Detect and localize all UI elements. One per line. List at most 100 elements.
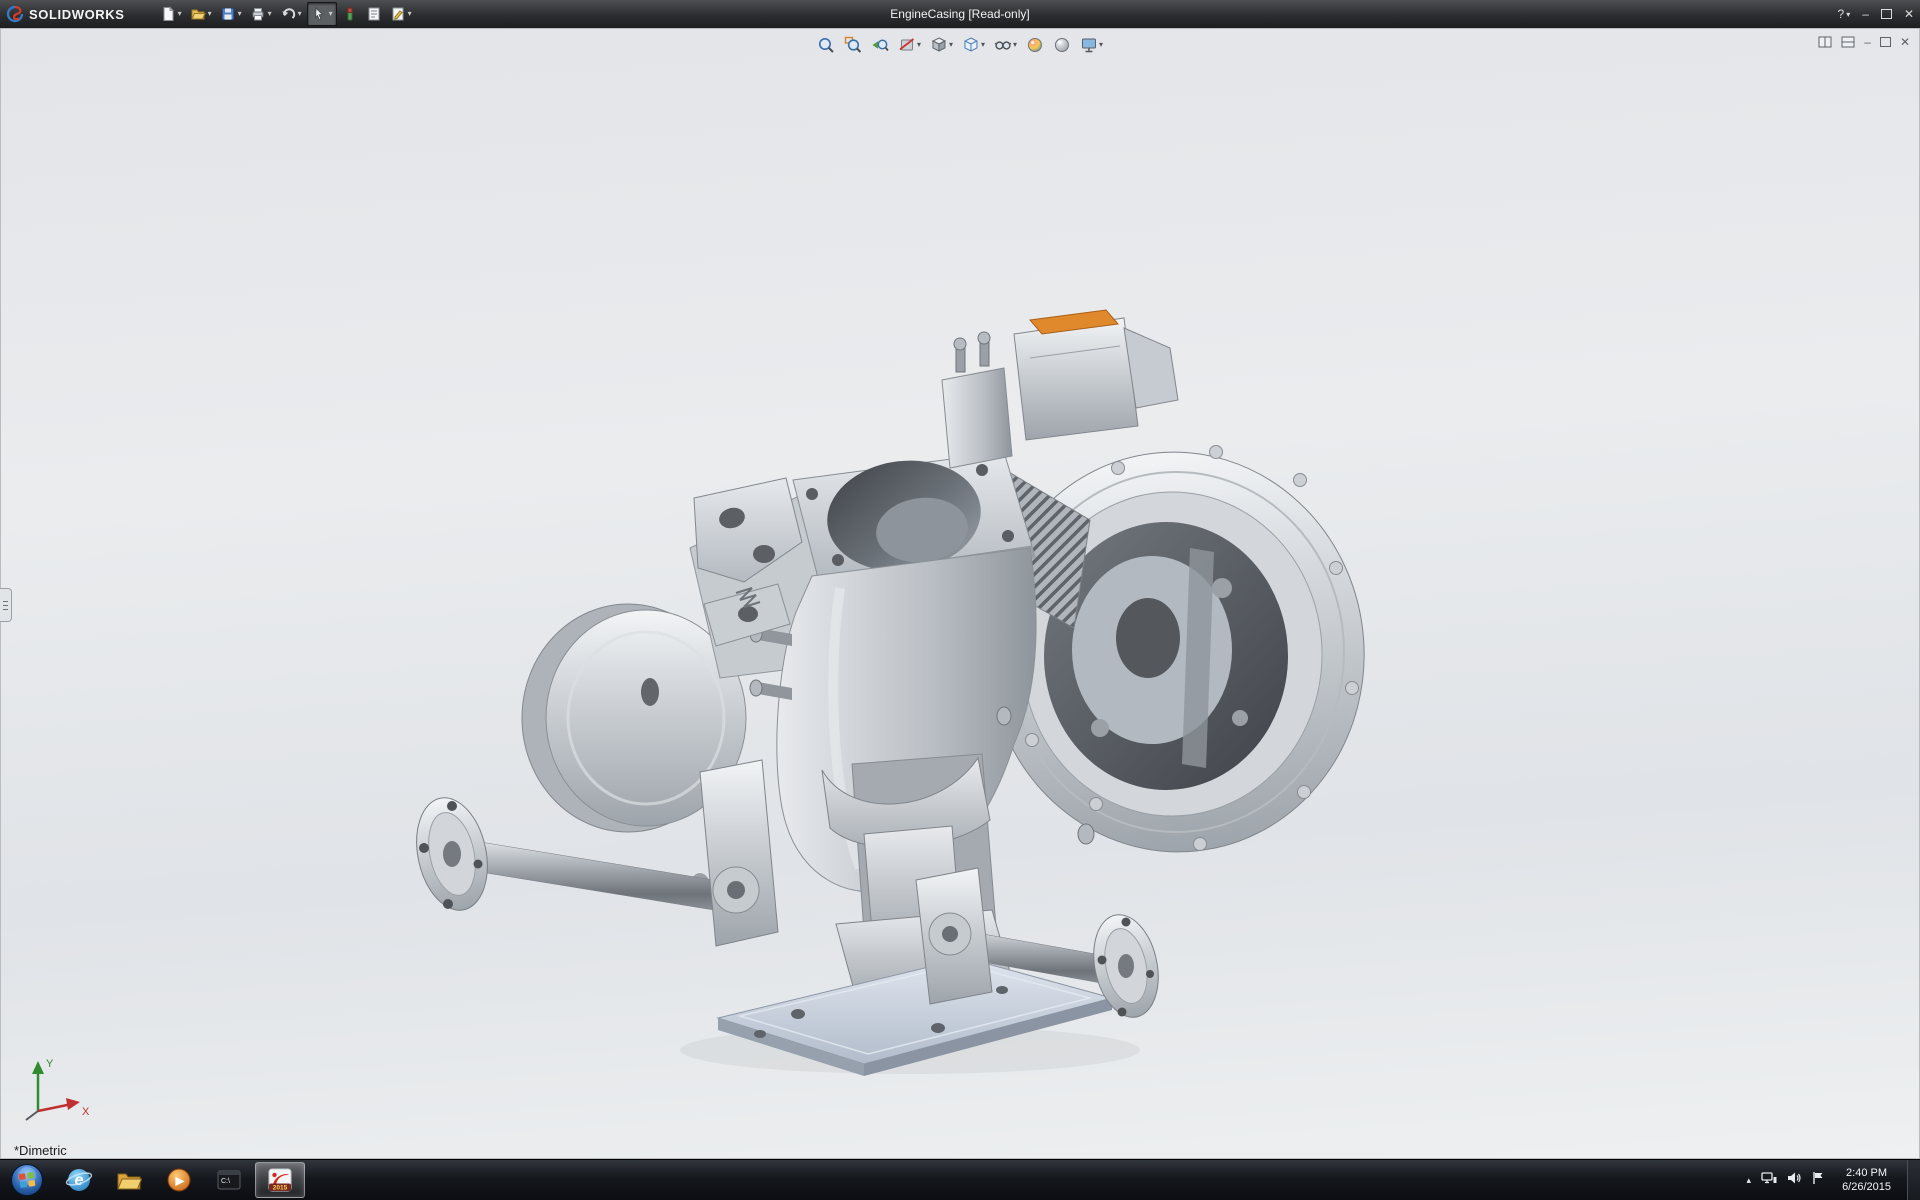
part-intake-manifold[interactable]	[942, 332, 1012, 468]
zoom-to-fit-icon	[817, 36, 835, 54]
restore-icon	[1880, 37, 1891, 47]
system-tray: ▴	[1739, 1160, 1907, 1200]
taskbar-solidworks[interactable]: 2015	[255, 1162, 305, 1198]
chevron-down-icon[interactable]: ▾	[981, 41, 985, 49]
taskbar-command-prompt[interactable]: C:\	[205, 1162, 253, 1198]
svg-text:C:\: C:\	[221, 1178, 230, 1185]
options-button[interactable]: ▾	[387, 3, 415, 25]
chevron-down-icon[interactable]: ▾	[408, 10, 412, 18]
pane-view-button[interactable]	[1841, 36, 1855, 48]
section-view-icon	[898, 36, 916, 54]
minimize-button[interactable]: –	[1862, 7, 1869, 21]
headsup-view-toolbar: ▾ ▾ ▾	[810, 33, 1110, 57]
edit-appearance-button[interactable]	[1025, 35, 1045, 55]
section-view-button[interactable]: ▾	[897, 35, 922, 55]
action-center-flag-icon[interactable]	[1812, 1171, 1824, 1190]
show-desktop-button[interactable]	[1907, 1160, 1920, 1200]
xpert-tools-button[interactable]	[339, 3, 361, 25]
zoom-to-area-button[interactable]	[843, 35, 863, 55]
part-right-mount-lug[interactable]	[916, 868, 992, 1004]
view-settings-button[interactable]: ▾	[1079, 35, 1104, 55]
windows-taskbar: e ▶ C:\	[0, 1159, 1920, 1200]
clock-time: 2:40 PM	[1842, 1166, 1891, 1180]
app-titlebar: SOLIDWORKS ▾ ▾ ▾	[0, 0, 1920, 28]
print-icon	[250, 6, 266, 22]
media-player-icon: ▶	[165, 1166, 193, 1194]
command-prompt-icon: C:\	[215, 1166, 243, 1194]
undo-button[interactable]: ▾	[277, 3, 305, 25]
orientation-label: *Dimetric	[14, 1143, 67, 1158]
engine-casing-model[interactable]	[0, 28, 1920, 1159]
document-window-controls: – ✕	[1818, 35, 1910, 49]
chevron-down-icon[interactable]: ▾	[298, 10, 302, 18]
panel-expand-tab[interactable]	[0, 588, 12, 622]
xpert-tools-icon	[342, 6, 358, 22]
start-button[interactable]	[0, 1160, 54, 1200]
chevron-down-icon: ▾	[1846, 10, 1850, 19]
chevron-down-icon[interactable]: ▾	[1099, 41, 1103, 49]
apply-scene-button[interactable]	[1052, 35, 1072, 55]
display-style-button[interactable]: ▾	[961, 35, 986, 55]
chevron-down-icon[interactable]: ▾	[949, 41, 953, 49]
print-button[interactable]: ▾	[247, 3, 275, 25]
select-tool-button[interactable]: ▾	[307, 2, 337, 26]
volume-tray-icon[interactable]	[1787, 1171, 1802, 1190]
doc-close-button[interactable]: ✕	[1900, 35, 1910, 49]
taskbar-file-explorer[interactable]	[105, 1162, 153, 1198]
previous-view-icon	[871, 36, 889, 54]
split-pane-icon	[1818, 36, 1832, 48]
edit-appearance-icon	[1026, 36, 1044, 54]
part-top-mount-bracket[interactable]	[1014, 310, 1178, 440]
dassault-logo-icon	[6, 5, 24, 23]
doc-restore-button[interactable]	[1880, 37, 1891, 47]
save-icon	[220, 6, 236, 22]
tray-expand-button[interactable]: ▴	[1747, 1175, 1752, 1186]
chevron-down-icon[interactable]: ▾	[917, 41, 921, 49]
view-settings-icon	[1080, 36, 1098, 54]
select-cursor-icon	[311, 6, 327, 22]
taskbar-media-player[interactable]: ▶	[155, 1162, 203, 1198]
previous-view-button[interactable]	[870, 35, 890, 55]
doc-minimize-button[interactable]: –	[1864, 35, 1871, 49]
network-tray-icon[interactable]	[1761, 1171, 1777, 1190]
hide-show-items-icon	[994, 36, 1012, 54]
hide-show-items-button[interactable]: ▾	[993, 35, 1018, 55]
open-button[interactable]: ▾	[187, 3, 215, 25]
chevron-down-icon[interactable]: ▾	[208, 10, 212, 18]
file-properties-button[interactable]	[363, 3, 385, 25]
save-button[interactable]: ▾	[217, 3, 245, 25]
chevron-down-icon[interactable]: ▾	[1013, 41, 1017, 49]
view-orientation-button[interactable]: ▾	[929, 35, 954, 55]
brand-name: SOLIDWORKS	[29, 7, 125, 22]
solidworks-app-icon: 2015	[266, 1166, 294, 1194]
zoom-to-fit-button[interactable]	[816, 35, 836, 55]
new-document-button[interactable]: ▾	[157, 3, 185, 25]
clock-date: 6/26/2015	[1842, 1180, 1891, 1194]
triad-x-label: X	[82, 1106, 90, 1118]
undo-icon	[280, 6, 296, 22]
close-button[interactable]: ✕	[1904, 7, 1914, 21]
taskbar-internet-explorer[interactable]: e	[55, 1162, 103, 1198]
folder-icon	[115, 1166, 143, 1194]
taskbar-clock[interactable]: 2:40 PM 6/26/2015	[1834, 1166, 1899, 1195]
split-view-button[interactable]	[1818, 36, 1832, 48]
options-icon	[390, 6, 406, 22]
file-properties-icon	[366, 6, 382, 22]
graphics-viewport[interactable]: ▾ ▾ ▾	[0, 28, 1920, 1159]
chevron-down-icon[interactable]: ▾	[238, 10, 242, 18]
apply-scene-icon	[1053, 36, 1071, 54]
svg-text:▶: ▶	[175, 1174, 185, 1188]
part-bolt[interactable]	[1078, 824, 1094, 844]
chevron-down-icon[interactable]: ▾	[268, 10, 272, 18]
chevron-down-icon[interactable]: ▾	[329, 10, 333, 18]
single-pane-icon	[1841, 36, 1855, 48]
maximize-button[interactable]	[1881, 9, 1892, 19]
app-logo: SOLIDWORKS	[6, 5, 125, 23]
part-left-mount-lug[interactable]	[700, 760, 778, 946]
help-button[interactable]: ? ▾	[1838, 7, 1851, 21]
solidworks-version-badge: 2015	[273, 1185, 288, 1192]
solidworks-app-window: SOLIDWORKS ▾ ▾ ▾	[0, 0, 1920, 1200]
window-controls: ? ▾ – ✕	[1838, 7, 1914, 21]
chevron-down-icon[interactable]: ▾	[178, 10, 182, 18]
view-orientation-icon	[930, 36, 948, 54]
